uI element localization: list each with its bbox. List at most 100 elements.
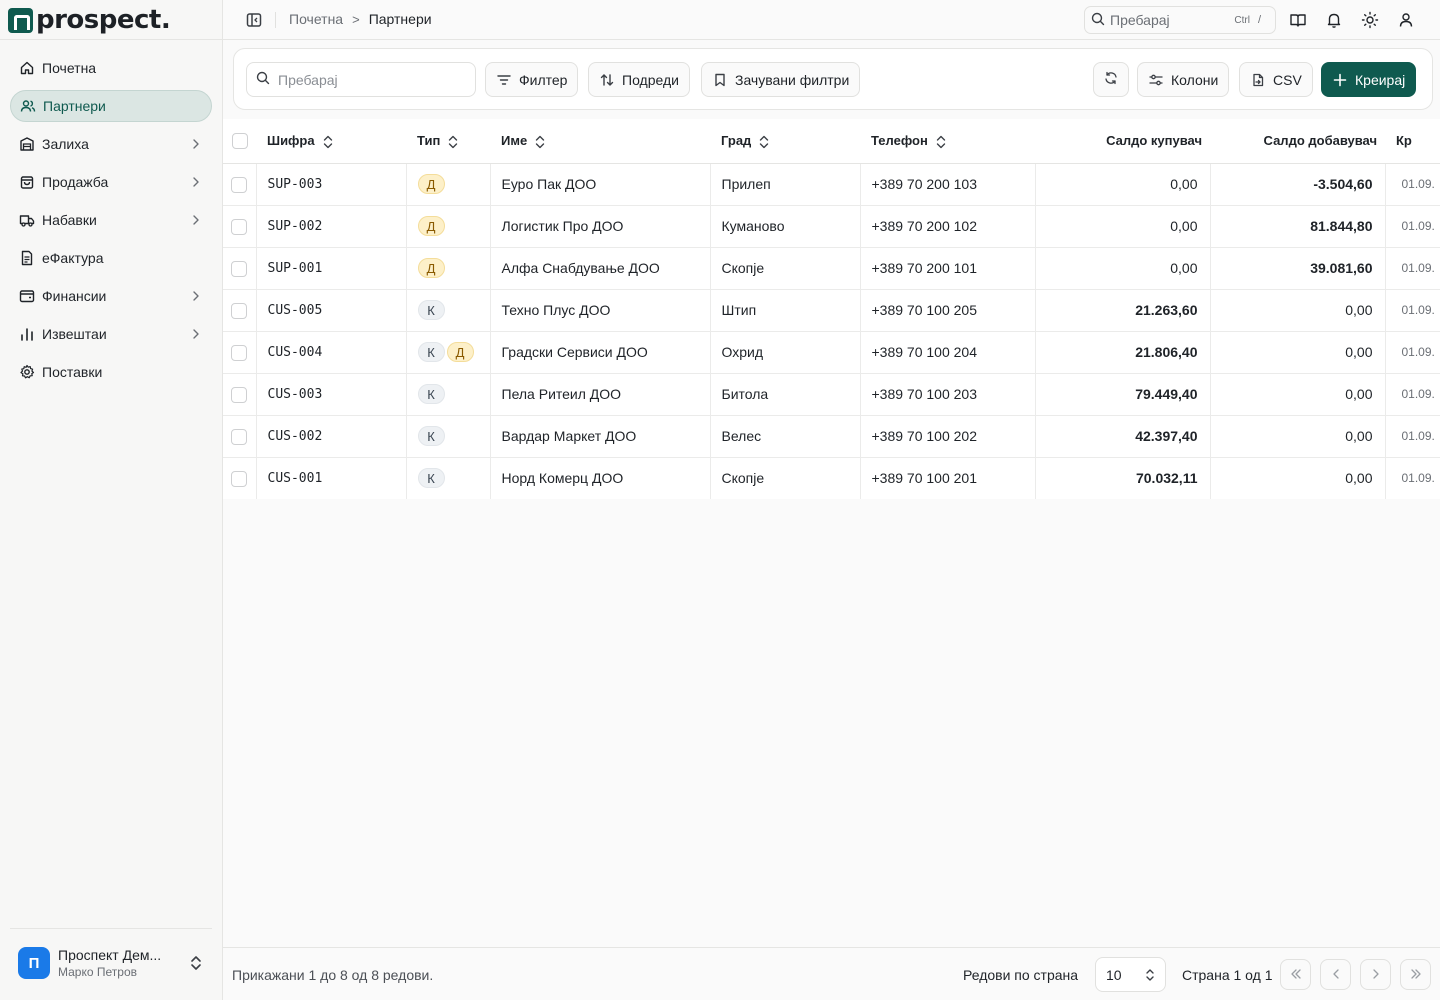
table-row[interactable]: SUP-003 Д Еуро Пак ДОО Прилеп +389 70 200 10… [223, 163, 1440, 206]
user-icon[interactable] [1397, 11, 1415, 29]
sort-icon[interactable] [936, 135, 946, 149]
cell-buyer-balance: 70.032,11 [1035, 457, 1211, 499]
cell-name[interactable]: Норд Комерц ДОО [490, 457, 711, 499]
row-select-cell [223, 289, 257, 332]
cell-code[interactable]: SUP-001 [256, 247, 407, 290]
last-page-button[interactable] [1400, 959, 1431, 990]
table-row[interactable]: CUS-003 К Пела Ритеил ДОО Битола +389 70 100… [223, 373, 1440, 416]
column-header-date[interactable]: Кр [1385, 119, 1440, 164]
sidebar-item-0[interactable]: Почетна [10, 52, 212, 84]
cell-type: К [406, 415, 491, 458]
cell-code[interactable]: SUP-002 [256, 205, 407, 248]
column-header-label: Шифра [267, 132, 315, 148]
row-checkbox[interactable] [231, 218, 248, 235]
create-button[interactable]: Креирај [1321, 62, 1417, 97]
sidebar-item-7[interactable]: Извештаи [10, 318, 212, 350]
sort-icon[interactable] [448, 135, 458, 149]
row-checkbox[interactable] [231, 302, 248, 319]
next-page-button[interactable] [1360, 959, 1391, 990]
sidebar-item-4[interactable]: Набавки [10, 204, 212, 236]
cell-code[interactable]: CUS-004 [256, 331, 407, 374]
cell-name[interactable]: Логистик Про ДОО [490, 205, 711, 248]
org-switcher[interactable]: П Проспект Дем... Марко Петров [10, 928, 212, 979]
book-icon[interactable] [1289, 11, 1307, 29]
chevrons-up-down-icon [188, 953, 204, 973]
prev-page-button[interactable] [1320, 959, 1351, 990]
cell-phone: +389 70 100 202 [860, 415, 1036, 458]
row-checkbox[interactable] [231, 428, 248, 445]
cell-name[interactable]: Вардар Маркет ДОО [490, 415, 711, 458]
sidebar-item-1[interactable]: Партнери [10, 90, 212, 122]
saved-filters-button[interactable]: Зачувани филтри [701, 62, 861, 97]
row-checkbox[interactable] [231, 470, 248, 487]
sidebar-item-8[interactable]: Поставки [10, 356, 212, 388]
first-page-button[interactable] [1280, 959, 1311, 990]
page-indicator: Страна 1 од 1 [1182, 967, 1273, 983]
cell-name[interactable]: Пела Ритеил ДОО [490, 373, 711, 416]
row-checkbox[interactable] [231, 176, 248, 193]
rows-per-page-select[interactable]: 10 [1095, 957, 1166, 992]
sidebar-item-2[interactable]: Залиха [10, 128, 212, 160]
global-search-input[interactable]: Пребарај Ctrl / [1084, 6, 1276, 34]
row-checkbox[interactable] [231, 386, 248, 403]
cell-code[interactable]: CUS-003 [256, 373, 407, 416]
sidebar-item-label: Поставки [42, 364, 103, 380]
cell-code[interactable]: CUS-002 [256, 415, 407, 458]
column-header-city[interactable]: Град [710, 119, 860, 164]
table-search[interactable] [246, 62, 476, 97]
row-checkbox[interactable] [231, 260, 248, 277]
column-header-type[interactable]: Тип [406, 119, 490, 164]
column-header-label: Тип [417, 132, 441, 148]
row-checkbox[interactable] [231, 344, 248, 361]
breadcrumb-current: Партнери [368, 11, 432, 27]
sort-icon[interactable] [323, 135, 333, 149]
column-header-code[interactable]: Шифра [256, 119, 406, 164]
cell-date: 01.09. [1385, 373, 1440, 416]
bar-chart-icon [19, 326, 35, 342]
sort-icon[interactable] [535, 135, 545, 149]
cell-code[interactable]: CUS-001 [256, 457, 407, 499]
cell-name[interactable]: Техно Плус ДОО [490, 289, 711, 332]
org-user: Марко Петров [58, 965, 137, 979]
column-header-name[interactable]: Име [490, 119, 710, 164]
bell-icon[interactable] [1325, 11, 1343, 29]
sort-icon[interactable] [759, 135, 769, 149]
sort-button[interactable]: Подреди [588, 62, 690, 97]
column-header-supplier-balance[interactable]: Салдо добавувач [1210, 119, 1385, 164]
select-all-checkbox[interactable] [231, 133, 248, 150]
column-header-buyer-balance[interactable]: Салдо купувач [1035, 119, 1210, 164]
cell-city: Битола [710, 373, 861, 416]
table-row[interactable]: SUP-001 Д Алфа Снабдување ДОО Скопје +389 70… [223, 247, 1440, 290]
cell-name[interactable]: Еуро Пак ДОО [490, 163, 711, 206]
sidebar-item-3[interactable]: Продажба [10, 166, 212, 198]
cell-name[interactable]: Алфа Снабдување ДОО [490, 247, 711, 290]
columns-button[interactable]: Колони [1137, 62, 1230, 97]
sort-button-label: Подреди [622, 71, 679, 88]
table-search-input[interactable] [278, 71, 468, 88]
cell-code[interactable]: CUS-005 [256, 289, 407, 332]
table-row[interactable]: CUS-005 К Техно Плус ДОО Штип +389 70 100 20… [223, 289, 1440, 332]
sun-icon[interactable] [1361, 11, 1379, 29]
app-logo[interactable]: prospect. [8, 5, 171, 35]
cell-code[interactable]: SUP-003 [256, 163, 407, 206]
create-button-label: Креирај [1355, 71, 1406, 88]
table-row[interactable]: SUP-002 Д Логистик Про ДОО Куманово +389 70 … [223, 205, 1440, 248]
cell-city: Охрид [710, 331, 861, 374]
filter-button[interactable]: Филтер [485, 62, 579, 97]
csv-export-button[interactable]: CSV [1239, 62, 1313, 97]
select-all-cell [223, 119, 256, 164]
sidebar-toggle-icon[interactable] [245, 11, 263, 29]
cell-buyer-balance: 21.806,40 [1035, 331, 1211, 374]
column-header-phone[interactable]: Телефон [860, 119, 1035, 164]
cell-name[interactable]: Градски Сервиси ДОО [490, 331, 711, 374]
rows-per-page-label: Редови по страна [963, 967, 1079, 983]
table-row[interactable]: CUS-004 К Д Градски Сервиси ДОО Охрид +389 70… [223, 331, 1440, 374]
sidebar-item-5[interactable]: еФактура [10, 242, 212, 274]
table-row[interactable]: CUS-001 К Норд Комерц ДОО Скопје +389 70 100… [223, 457, 1440, 499]
cell-buyer-balance: 0,00 [1035, 247, 1211, 290]
chevron-left-icon [1330, 967, 1342, 983]
refresh-button[interactable] [1093, 62, 1129, 97]
breadcrumb-home-link[interactable]: Почетна [289, 11, 343, 27]
sidebar-item-6[interactable]: Финансии [10, 280, 212, 312]
table-row[interactable]: CUS-002 К Вардар Маркет ДОО Велес +389 70 10… [223, 415, 1440, 458]
